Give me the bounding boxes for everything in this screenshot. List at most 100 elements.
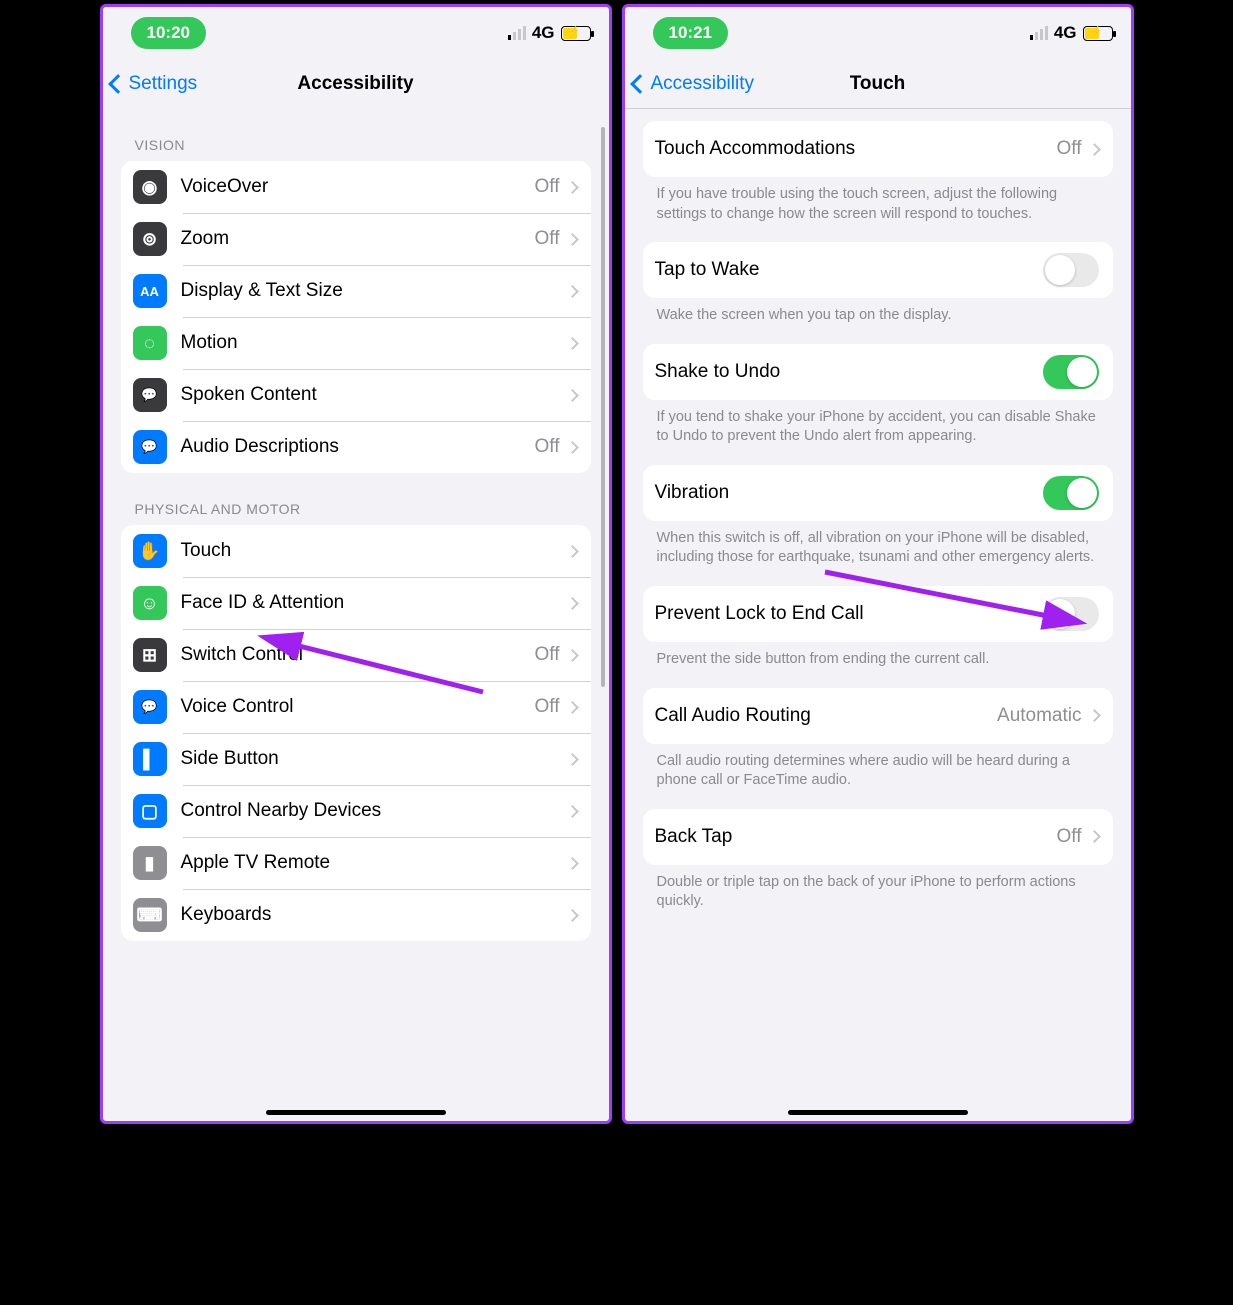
section-header: PHYSICAL AND MOTOR	[135, 501, 591, 517]
settings-row[interactable]: ◉VoiceOverOff	[121, 161, 591, 213]
settings-row[interactable]: ◌ Motion	[121, 317, 591, 369]
section-footer: If you tend to shake your iPhone by acci…	[643, 400, 1113, 465]
back-label: Settings	[129, 73, 198, 95]
settings-group: ✋Touch ☺ Face ID & Attention ⊞ Switch Contro…	[121, 525, 591, 941]
settings-row[interactable]: Touch AccommodationsOff	[643, 121, 1113, 177]
row-label: Back Tap	[655, 826, 1057, 848]
audio-desc-icon: 💬	[133, 430, 167, 464]
toggle-switch[interactable]	[1043, 253, 1099, 287]
chevron-left-icon	[108, 74, 128, 94]
settings-row[interactable]: ✋Touch	[121, 525, 591, 577]
chevron-right-icon	[1088, 709, 1101, 722]
faceid-icon: ☺	[133, 586, 167, 620]
chevron-right-icon	[566, 441, 579, 454]
settings-group: Call Audio RoutingAutomatic	[643, 688, 1113, 744]
settings-group: Vibration	[643, 465, 1113, 521]
status-time[interactable]: 10:20	[131, 17, 206, 49]
settings-row[interactable]: Vibration	[643, 465, 1113, 521]
row-label: Touch	[181, 540, 568, 562]
settings-group: Shake to Undo	[643, 344, 1113, 400]
chevron-right-icon	[566, 337, 579, 350]
status-time[interactable]: 10:21	[653, 17, 728, 49]
section-footer: Double or triple tap on the back of your…	[643, 865, 1113, 930]
back-button[interactable]: Settings	[103, 73, 198, 95]
settings-row[interactable]: 💬Audio DescriptionsOff	[121, 421, 591, 473]
content-scroll[interactable]: VISION ◉VoiceOverOff ⊚ Zoom Off AADisplay & T…	[103, 109, 609, 1121]
motion-icon: ◌	[133, 326, 167, 360]
row-label: Call Audio Routing	[655, 705, 998, 727]
content-scroll[interactable]: Touch AccommodationsOffIf you have troub…	[625, 109, 1131, 1121]
section-header: VISION	[135, 137, 591, 153]
home-indicator[interactable]	[266, 1110, 446, 1115]
section-footer: Call audio routing determines where audi…	[643, 744, 1113, 809]
row-label: Zoom	[181, 228, 535, 250]
settings-row[interactable]: ▮ Apple TV Remote	[121, 837, 591, 889]
settings-row[interactable]: ☺ Face ID & Attention	[121, 577, 591, 629]
settings-group: Back TapOff	[643, 809, 1113, 865]
settings-group: Touch AccommodationsOff	[643, 121, 1113, 177]
toggle-switch[interactable]	[1043, 597, 1099, 631]
settings-row[interactable]: Prevent Lock to End Call	[643, 586, 1113, 642]
chevron-right-icon	[566, 181, 579, 194]
status-bar: 10:20 4G	[103, 7, 609, 59]
status-icons: 4G	[508, 23, 591, 43]
chevron-right-icon	[566, 805, 579, 818]
home-indicator[interactable]	[788, 1110, 968, 1115]
chevron-right-icon	[566, 233, 579, 246]
settings-row[interactable]: Call Audio RoutingAutomatic	[643, 688, 1113, 744]
back-button[interactable]: Accessibility	[625, 73, 754, 95]
settings-row[interactable]: 💬Voice ControlOff	[121, 681, 591, 733]
settings-group: Tap to Wake	[643, 242, 1113, 298]
toggle-switch[interactable]	[1043, 355, 1099, 389]
settings-row[interactable]: 💬Spoken Content	[121, 369, 591, 421]
section-footer: If you have trouble using the touch scre…	[643, 177, 1113, 242]
chevron-right-icon	[566, 545, 579, 558]
row-label: Shake to Undo	[655, 361, 1043, 383]
network-label: 4G	[532, 23, 555, 43]
settings-row[interactable]: AADisplay & Text Size	[121, 265, 591, 317]
switch-control-icon: ⊞	[133, 638, 167, 672]
row-value: Off	[1057, 138, 1082, 160]
navbar: Settings Accessibility	[103, 59, 609, 109]
row-label: Apple TV Remote	[181, 852, 568, 874]
settings-row[interactable]: ▢Control Nearby Devices	[121, 785, 591, 837]
row-label: Voice Control	[181, 696, 535, 718]
spoken-content-icon: 💬	[133, 378, 167, 412]
phone-right-touch: 10:21 4G Accessibility Touch Touch Accom…	[622, 4, 1134, 1124]
signal-icon	[508, 26, 526, 40]
settings-group: ◉VoiceOverOff ⊚ Zoom Off AADisplay & Text Si…	[121, 161, 591, 473]
toggle-switch[interactable]	[1043, 476, 1099, 510]
chevron-right-icon	[566, 597, 579, 610]
row-label: Tap to Wake	[655, 259, 1043, 281]
row-value: Off	[535, 436, 560, 458]
chevron-right-icon	[566, 909, 579, 922]
settings-row[interactable]: ⊚ZoomOff	[121, 213, 591, 265]
row-value: Automatic	[997, 705, 1081, 727]
apple-tv-icon: ▮	[133, 846, 167, 880]
row-label: Touch Accommodations	[655, 138, 1057, 160]
settings-row[interactable]: Tap to Wake	[643, 242, 1113, 298]
chevron-right-icon	[566, 753, 579, 766]
navbar: Accessibility Touch	[625, 59, 1131, 109]
zoom-icon: ⊚	[133, 222, 167, 256]
settings-row[interactable]: ▌Side Button	[121, 733, 591, 785]
voiceover-icon: ◉	[133, 170, 167, 204]
settings-group: Prevent Lock to End Call	[643, 586, 1113, 642]
settings-row[interactable]: ⊞Switch ControlOff	[121, 629, 591, 681]
scrollbar[interactable]	[601, 127, 605, 687]
battery-icon	[561, 26, 591, 41]
chevron-right-icon	[566, 285, 579, 298]
row-label: Switch Control	[181, 644, 535, 666]
chevron-right-icon	[1088, 830, 1101, 843]
row-label: Motion	[181, 332, 568, 354]
section-footer: When this switch is off, all vibration o…	[643, 521, 1113, 586]
row-label: Side Button	[181, 748, 568, 770]
settings-row[interactable]: Back TapOff	[643, 809, 1113, 865]
row-label: Display & Text Size	[181, 280, 568, 302]
settings-row[interactable]: ⌨Keyboards	[121, 889, 591, 941]
battery-icon	[1083, 26, 1113, 41]
settings-row[interactable]: Shake to Undo	[643, 344, 1113, 400]
row-label: Face ID & Attention	[181, 592, 568, 614]
status-icons: 4G	[1030, 23, 1113, 43]
status-bar: 10:21 4G	[625, 7, 1131, 59]
